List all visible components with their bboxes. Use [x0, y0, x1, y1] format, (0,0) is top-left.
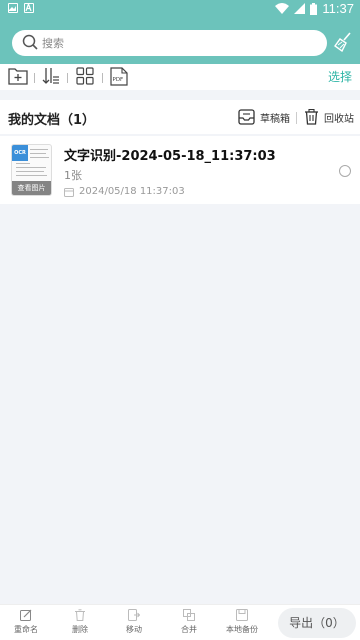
clock: 11:37 [322, 1, 354, 16]
page-title: 我的文档（1） [8, 113, 96, 128]
toolbar-divider [67, 73, 68, 83]
broom-icon[interactable] [334, 32, 352, 52]
local-backup-button[interactable]: 本地备份 [220, 609, 264, 635]
toolbar-divider [102, 73, 103, 83]
search-placeholder: 搜索 [42, 37, 64, 50]
thumbnail-text-line [30, 157, 49, 158]
move-icon [128, 609, 140, 621]
thumbnail-text-line [30, 149, 48, 150]
merge-label: 合并 [181, 625, 197, 634]
status-bar: 11:37 [0, 0, 360, 18]
image-notification-icon [8, 3, 18, 13]
toolbar-divider [34, 73, 35, 83]
battery-icon [310, 2, 318, 15]
svg-text:PDF: PDF [113, 77, 124, 83]
toolbar: PDF 选择 [0, 64, 360, 90]
view-image-label[interactable]: 查看图片 [12, 181, 51, 195]
grid-icon[interactable] [76, 67, 94, 85]
sort-icon[interactable] [42, 67, 60, 85]
new-folder-icon[interactable] [8, 67, 28, 85]
select-button[interactable]: 选择 [328, 68, 352, 85]
delete-icon [75, 609, 85, 621]
thumbnail-text-line [16, 163, 30, 164]
ocr-badge: OCR [12, 145, 28, 161]
document-thumbnail[interactable]: OCR 查看图片 [11, 144, 52, 196]
rename-icon [20, 609, 32, 621]
font-notification-icon [24, 3, 34, 13]
document-name: 文字识别-2024-05-18_11:37:03 [64, 149, 276, 164]
export-button[interactable]: 导出（0） [278, 608, 356, 638]
recycle-bin-button[interactable]: 回收站 [304, 109, 354, 125]
select-radio[interactable] [339, 165, 351, 177]
header-divider [296, 112, 297, 124]
document-date: 2024/05/18 11:37:03 [79, 186, 185, 197]
document-page-count: 1张 [64, 169, 82, 182]
list-item[interactable]: OCR 查看图片 文字识别-2024-05-18_11:37:03 1张 202… [0, 136, 360, 204]
search-input[interactable]: 搜索 [12, 30, 327, 56]
thumbnail-text-line [30, 153, 46, 154]
delete-button[interactable]: 删除 [58, 609, 102, 635]
signal-icon [294, 3, 306, 14]
drafts-icon [238, 109, 255, 125]
trash-icon [305, 109, 318, 125]
move-label: 移动 [126, 625, 142, 634]
drafts-label: 草稿箱 [260, 113, 290, 125]
recycle-bin-label: 回收站 [324, 113, 354, 125]
section-header: 我的文档（1） 草稿箱 回收站 [0, 100, 360, 134]
delete-label: 删除 [72, 625, 88, 634]
thumbnail-text-line [16, 175, 47, 176]
search-icon [22, 34, 38, 50]
search-bar: 搜索 [0, 18, 360, 64]
pdf-icon[interactable]: PDF [110, 67, 128, 86]
thumbnail-text-line [16, 167, 46, 168]
calendar-icon [64, 187, 74, 197]
backup-label: 本地备份 [226, 625, 258, 634]
move-button[interactable]: 移动 [112, 609, 156, 635]
backup-icon [236, 609, 248, 621]
rename-button[interactable]: 重命名 [4, 609, 48, 635]
bottom-action-bar: 重命名 删除 移动 合并 本地备份 导出（0） [0, 604, 360, 640]
wifi-icon [275, 3, 290, 14]
rename-label: 重命名 [14, 625, 38, 634]
merge-button[interactable]: 合并 [167, 609, 211, 635]
thumbnail-text-line [16, 171, 44, 172]
document-date-row: 2024/05/18 11:37:03 [64, 186, 185, 197]
drafts-button[interactable]: 草稿箱 [238, 109, 290, 125]
merge-icon [183, 609, 195, 621]
